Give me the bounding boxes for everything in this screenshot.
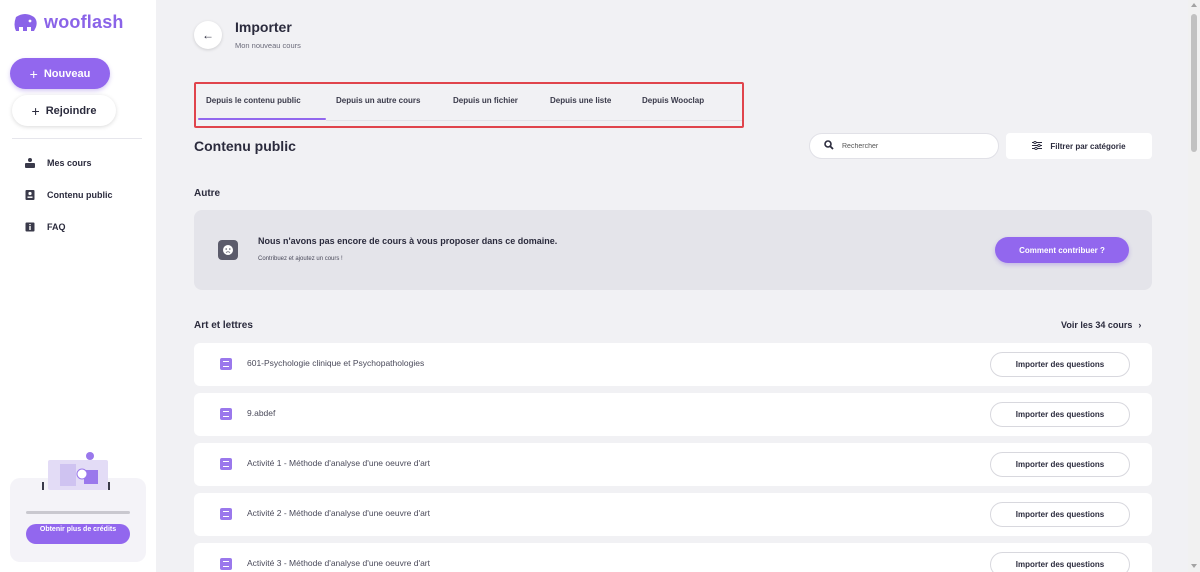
book-icon (220, 458, 232, 470)
tab-wooclap[interactable]: Depuis Wooclap (642, 96, 704, 105)
import-source-tabs: Depuis le contenu public Depuis un autre… (194, 82, 744, 128)
vertical-scrollbar[interactable] (1188, 0, 1200, 572)
search-input[interactable] (842, 142, 982, 150)
new-button-label: Nouveau (43, 67, 91, 80)
scroll-down-arrow-icon[interactable] (1191, 564, 1197, 568)
courses-icon (24, 157, 36, 169)
app-logo[interactable]: wooflash (12, 12, 124, 33)
arrow-left-icon: ← (202, 28, 214, 42)
see-all-courses-link[interactable]: Voir les 34 cours › (1061, 320, 1141, 330)
main-content: ← Importer Mon nouveau cours Depuis le c… (156, 0, 1188, 572)
book-icon (220, 508, 232, 520)
tab-public-content[interactable]: Depuis le contenu public (206, 96, 301, 105)
tabs-divider (326, 120, 742, 121)
import-questions-button[interactable]: Importer des questions (990, 402, 1130, 427)
import-questions-button[interactable]: Importer des questions (990, 552, 1130, 572)
scroll-up-arrow-icon[interactable] (1191, 3, 1197, 7)
import-questions-button[interactable]: Importer des questions (990, 452, 1130, 477)
credits-progress-bar (26, 511, 130, 514)
get-credits-button[interactable]: Obtenir plus de crédits (26, 524, 130, 544)
import-questions-button[interactable]: Importer des questions (990, 352, 1130, 377)
book-icon (220, 358, 232, 370)
page-subtitle: Mon nouveau cours (235, 41, 301, 50)
course-name: Activité 1 - Méthode d'analyse d'une oeu… (247, 458, 431, 468)
sidebar-item-label: Contenu public (47, 190, 113, 200)
empty-state-title: Nous n'avons pas encore de cours à vous … (258, 236, 558, 246)
book-icon (220, 408, 232, 420)
join-button-label: Rejoindre (45, 104, 97, 117)
gift-illustration-icon (38, 446, 118, 494)
course-row: Activité 1 - Méthode d'analyse d'une oeu… (194, 443, 1152, 486)
import-questions-button[interactable]: Importer des questions (990, 502, 1130, 527)
book-icon (220, 558, 232, 570)
filter-category-button[interactable]: Filtrer par catégorie (1006, 133, 1152, 159)
elephant-logo-icon (12, 13, 38, 33)
join-button[interactable]: + Rejoindre (12, 95, 116, 126)
category-other-heading: Autre (194, 188, 221, 199)
category-heading: Art et lettres (194, 320, 253, 331)
course-name: 601-Psychologie clinique et Psychopathol… (247, 358, 425, 368)
course-name: Activité 3 - Méthode d'analyse d'une oeu… (247, 558, 431, 568)
sidebar-item-my-courses[interactable]: Mes cours (24, 157, 92, 169)
tab-file[interactable]: Depuis un fichier (453, 96, 518, 105)
how-to-contribute-button[interactable]: Comment contribuer ? (995, 237, 1129, 263)
course-row: 9.abdef Importer des questions (194, 393, 1152, 436)
filter-label: Filtrer par catégorie (1050, 141, 1126, 151)
course-row: Activité 3 - Méthode d'analyse d'une oeu… (194, 543, 1152, 572)
sidebar-item-label: FAQ (47, 222, 66, 232)
sidebar: wooflash + Nouveau + Rejoindre Mes cours… (0, 0, 156, 572)
active-tab-indicator (198, 118, 326, 120)
search-box[interactable] (809, 133, 999, 159)
page-title: Importer (235, 19, 292, 35)
public-content-icon (24, 189, 36, 201)
search-icon (824, 140, 834, 152)
section-title: Contenu public (194, 138, 296, 154)
sad-face-icon (218, 240, 238, 260)
sidebar-item-faq[interactable]: FAQ (24, 221, 66, 233)
course-name: 9.abdef (247, 408, 276, 418)
course-row: Activité 2 - Méthode d'analyse d'une oeu… (194, 493, 1152, 536)
see-all-label: Voir les 34 cours (1061, 320, 1133, 330)
back-button[interactable]: ← (194, 21, 222, 49)
course-name: Activité 2 - Méthode d'analyse d'une oeu… (247, 508, 431, 518)
empty-state-card: Nous n'avons pas encore de cours à vous … (194, 210, 1152, 290)
plus-icon: + (29, 65, 38, 82)
tab-list[interactable]: Depuis une liste (550, 96, 611, 105)
sidebar-divider (12, 138, 142, 139)
sidebar-item-label: Mes cours (47, 158, 92, 168)
empty-state-subtitle: Contribuez et ajoutez un cours ! (258, 256, 343, 262)
info-icon (24, 221, 36, 233)
new-button[interactable]: + Nouveau (10, 58, 110, 89)
sidebar-item-public-content[interactable]: Contenu public (24, 189, 113, 201)
plus-icon: + (31, 102, 40, 119)
filter-sliders-icon (1032, 140, 1043, 152)
chevron-right-icon: › (1138, 320, 1142, 330)
course-row: 601-Psychologie clinique et Psychopathol… (194, 343, 1152, 386)
app-name: wooflash (44, 12, 124, 32)
tab-other-course[interactable]: Depuis un autre cours (336, 96, 420, 105)
scrollbar-thumb[interactable] (1191, 14, 1197, 152)
